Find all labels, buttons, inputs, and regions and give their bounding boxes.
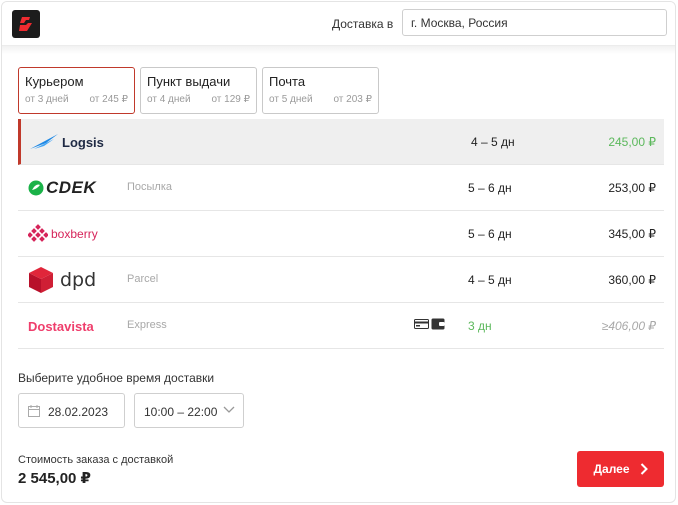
- total-label: Стоимость заказа с доставкой: [18, 454, 174, 466]
- carrier-price: 245,00 ₽: [608, 135, 656, 149]
- date-picker[interactable]: 28.02.2023: [18, 393, 125, 428]
- chevron-down-icon: [223, 406, 235, 413]
- tab-price: от 203 ₽: [333, 94, 372, 105]
- carrier-name: dpd: [60, 269, 97, 291]
- brand-logo: [12, 10, 40, 38]
- carrier-row-cdek[interactable]: CDEK Посылка 5 – 6 дн 253,00 ₽: [18, 165, 664, 211]
- date-value: 28.02.2023: [48, 405, 109, 419]
- carrier-days: 4 – 5 дн: [471, 135, 515, 149]
- tab-time: от 4 дней: [147, 94, 191, 105]
- card-icon: [414, 319, 429, 329]
- carrier-list: Logsis 4 – 5 дн 245,00 ₽ CDEK Посылка 5 …: [18, 119, 664, 349]
- logsis-wing-icon: [30, 134, 58, 149]
- carrier-days: 4 – 5 дн: [468, 273, 512, 287]
- carrier-row-dostavista[interactable]: Dostavista Express 3 дн ≥406,00 ₽: [18, 303, 664, 349]
- total-value: 2 545,00 ₽: [18, 470, 91, 487]
- next-button[interactable]: Далее: [577, 451, 664, 487]
- tab-title: Пункт выдачи: [147, 74, 231, 89]
- carrier-name: Logsis: [62, 134, 104, 150]
- carrier-service: Express: [127, 319, 167, 331]
- dpd-logo: dpd: [28, 266, 96, 294]
- carrier-service: Посылка: [127, 181, 173, 193]
- carrier-days: 5 – 6 дн: [468, 227, 512, 241]
- calendar-icon: [28, 405, 40, 417]
- delivery-time-title: Выберите удобное время доставки: [18, 371, 215, 385]
- brand-s-icon: [19, 17, 32, 31]
- boxberry-logo: boxberry: [28, 220, 98, 248]
- city-input[interactable]: [402, 9, 667, 36]
- tab-pickup-point[interactable]: Пункт выдачи от 4 дней от 129 ₽: [140, 67, 257, 114]
- carrier-price: ≥406,00 ₽: [601, 319, 656, 333]
- payment-icons: [414, 318, 445, 330]
- carrier-row-dpd[interactable]: dpd Parcel 4 – 5 дн 360,00 ₽: [18, 257, 664, 303]
- header-divider: [2, 46, 675, 54]
- time-range-select[interactable]: 10:00 – 22:00: [134, 393, 244, 428]
- cdek-logo: CDEK: [28, 174, 96, 202]
- next-button-label: Далее: [593, 462, 630, 476]
- carrier-price: 345,00 ₽: [608, 227, 656, 241]
- dpd-cube-icon: [29, 267, 53, 293]
- tab-price: от 245 ₽: [89, 94, 128, 105]
- tab-time: от 5 дней: [269, 94, 313, 105]
- time-range-value: 10:00 – 22:00: [144, 405, 218, 419]
- tab-title: Почта: [269, 74, 306, 89]
- tab-post[interactable]: Почта от 5 дней от 203 ₽: [262, 67, 379, 114]
- boxberry-berry-icon: [28, 224, 48, 242]
- chevron-right-icon: [640, 463, 648, 475]
- dostavista-logo: Dostavista: [28, 312, 94, 340]
- carrier-row-boxberry[interactable]: boxberry 5 – 6 дн 345,00 ₽: [18, 211, 664, 257]
- carrier-name: Dostavista: [28, 318, 94, 334]
- carrier-price: 253,00 ₽: [608, 181, 656, 195]
- carrier-name: CDEK: [46, 178, 97, 197]
- carrier-name: boxberry: [51, 227, 98, 241]
- logsis-logo: Logsis: [28, 128, 104, 156]
- carrier-price: 360,00 ₽: [608, 273, 656, 287]
- delivery-widget: Доставка в Курьером от 3 дней от 245 ₽ П…: [1, 1, 676, 503]
- cdek-leaf-icon: [28, 180, 44, 196]
- carrier-row-logsis[interactable]: Logsis 4 – 5 дн 245,00 ₽: [18, 119, 664, 165]
- tab-price: от 129 ₽: [211, 94, 250, 105]
- carrier-days: 3 дн: [468, 319, 492, 333]
- tab-time: от 3 дней: [25, 94, 69, 105]
- carrier-service: Parcel: [127, 273, 159, 285]
- wallet-icon: [431, 318, 445, 330]
- tab-title: Курьером: [25, 74, 84, 89]
- delivery-label: Доставка в: [332, 17, 394, 31]
- tab-courier[interactable]: Курьером от 3 дней от 245 ₽: [18, 67, 135, 114]
- delivery-type-tabs: Курьером от 3 дней от 245 ₽ Пункт выдачи…: [18, 67, 379, 115]
- header: Доставка в: [2, 2, 675, 46]
- carrier-days: 5 – 6 дн: [468, 181, 512, 195]
